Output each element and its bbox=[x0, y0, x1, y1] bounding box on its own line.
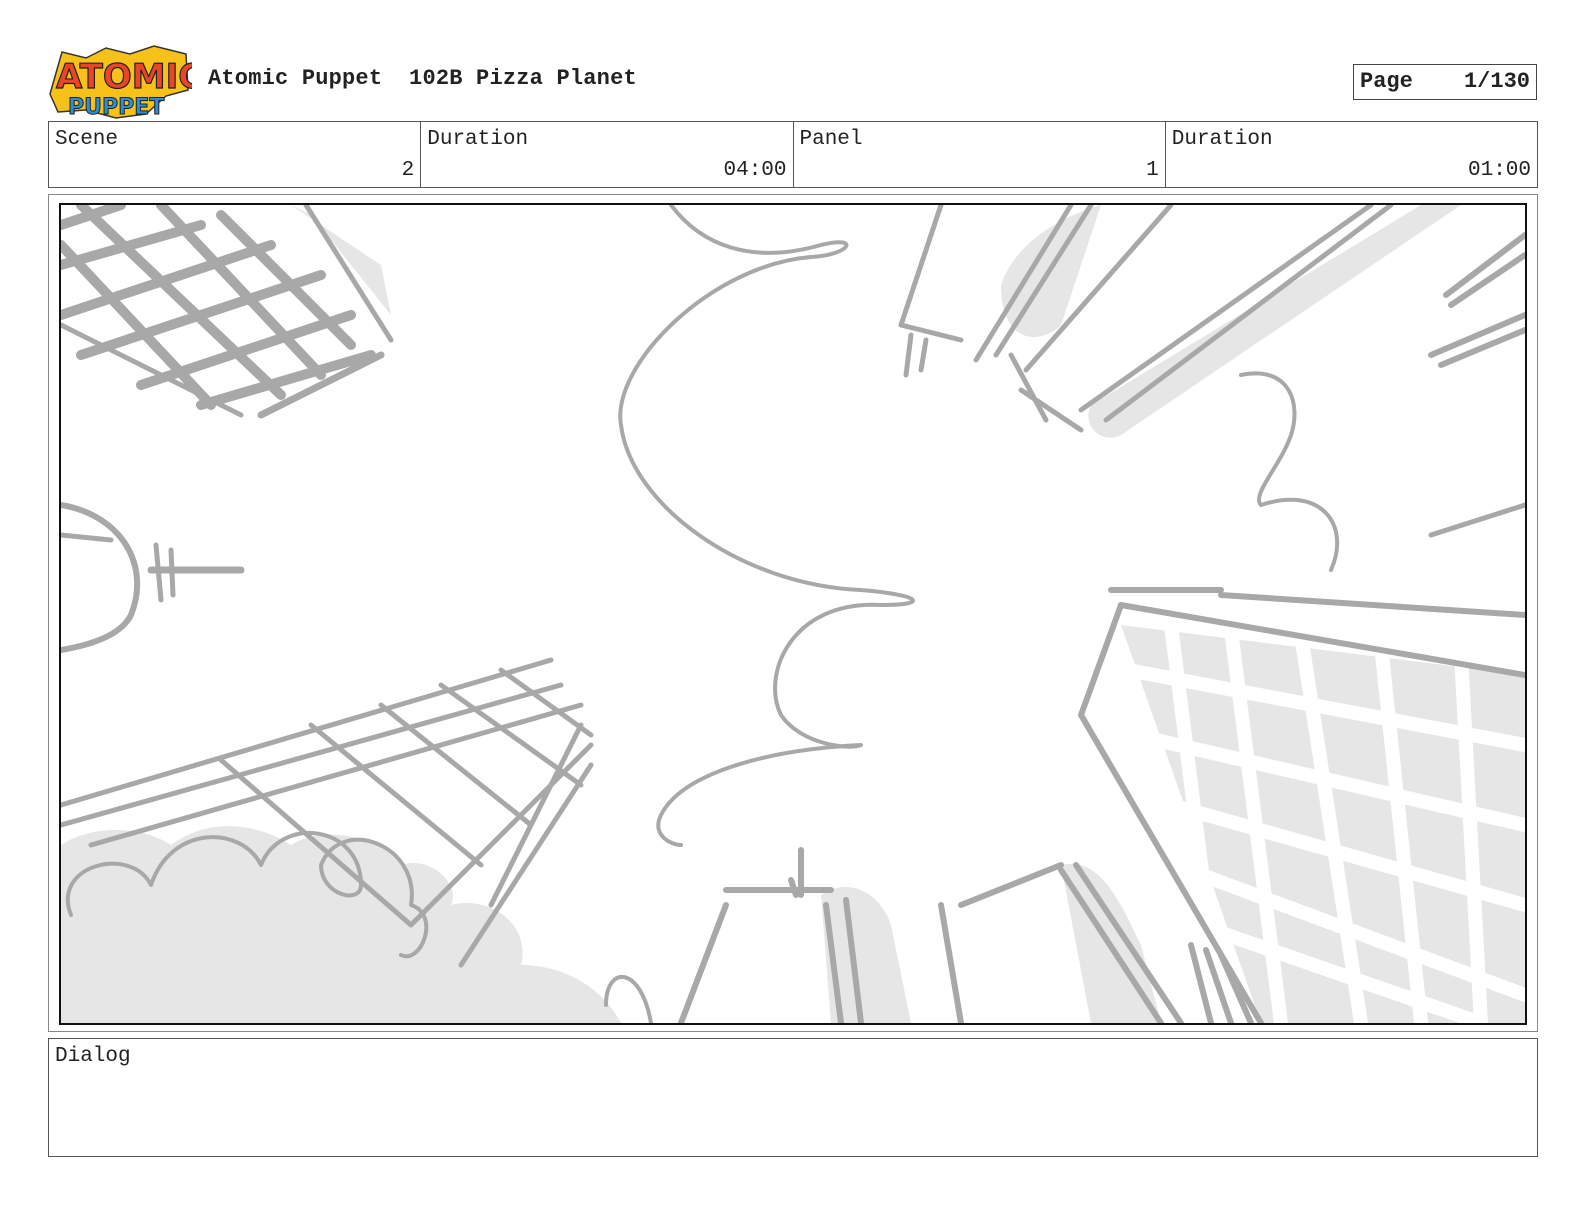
sketch-top-mid-base bbox=[898, 322, 1049, 423]
page-label: Page bbox=[1360, 69, 1413, 94]
panel-duration-cell: Duration 01:00 bbox=[1166, 122, 1537, 187]
sketch-bottom-center-tower bbox=[723, 847, 834, 898]
show-title: Atomic Puppet 102B Pizza Planet bbox=[208, 66, 637, 91]
sketch-central-cloud bbox=[618, 205, 915, 847]
panel-value: 1 bbox=[1146, 159, 1159, 182]
sketch-left-dome bbox=[61, 502, 141, 653]
scene-label: Scene bbox=[55, 128, 119, 151]
panel-cell: Panel 1 bbox=[794, 122, 1166, 187]
sketch-bottom-left-clouds bbox=[61, 826, 621, 1023]
panel-label: Panel bbox=[799, 128, 863, 151]
scene-value: 2 bbox=[401, 159, 415, 182]
atomic-puppet-logo: ATOMIC PUPPET bbox=[46, 44, 204, 121]
sketch-left-line bbox=[61, 532, 114, 543]
page-value: 1/130 bbox=[1463, 69, 1530, 94]
storyboard-panel bbox=[59, 203, 1527, 1025]
page-indicator: Page 1/130 bbox=[1353, 64, 1537, 100]
svg-text:PUPPET: PUPPET bbox=[68, 95, 164, 120]
scene-duration-value: 04:00 bbox=[723, 159, 787, 182]
sketch-right-edge-line bbox=[1428, 502, 1525, 538]
sketch-top-mid-lines bbox=[898, 205, 1174, 373]
sketch-top-right-edge bbox=[1428, 232, 1525, 368]
episode-title: 102B Pizza Planet bbox=[409, 66, 637, 91]
svg-text:ATOMIC: ATOMIC bbox=[56, 57, 192, 97]
panel-duration-value: 01:00 bbox=[1467, 159, 1531, 182]
panel-sketch bbox=[61, 205, 1525, 1023]
scene-duration-cell: Duration 04:00 bbox=[421, 122, 794, 187]
scene-duration-label: Duration bbox=[427, 128, 529, 151]
dialog-box: Dialog bbox=[48, 1038, 1538, 1157]
sketch-right-cloud bbox=[1239, 371, 1340, 572]
show-name: Atomic Puppet bbox=[208, 66, 383, 91]
sketch-top-right-shadow bbox=[1088, 205, 1461, 438]
info-row: Scene 2 Duration 04:00 Panel 1 Duration … bbox=[48, 121, 1538, 188]
panel-duration-label: Duration bbox=[1171, 128, 1273, 151]
scene-cell: Scene 2 bbox=[49, 122, 422, 187]
dialog-label: Dialog bbox=[55, 1045, 131, 1068]
